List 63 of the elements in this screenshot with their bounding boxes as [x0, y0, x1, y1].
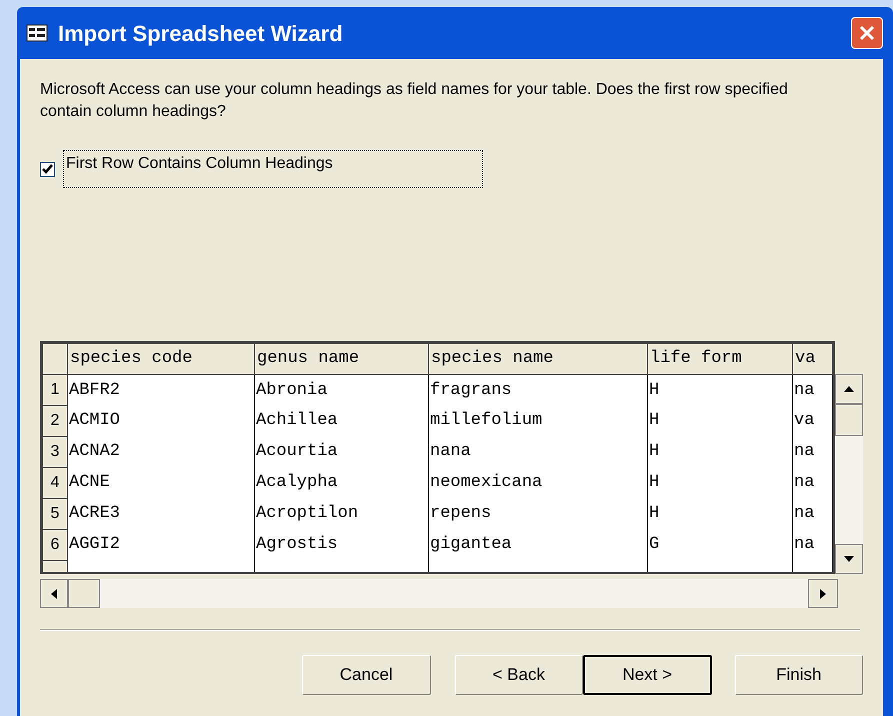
- table-cell: ACNA2: [68, 436, 254, 468]
- table-cell: millefolium: [428, 406, 648, 436]
- close-icon: [858, 24, 876, 42]
- table-cell: fragrans: [428, 374, 648, 406]
- table-cell: neomexicana: [428, 468, 648, 498]
- table-cell: na: [792, 374, 832, 406]
- table-cell: na: [792, 530, 832, 560]
- table-cell: Acourtia: [254, 436, 428, 468]
- row-number: 4: [42, 468, 68, 498]
- scroll-up-button[interactable]: [835, 374, 863, 404]
- table-cell: ACRE3: [68, 498, 254, 530]
- table-cell: gigantea: [428, 530, 648, 560]
- close-button[interactable]: [851, 17, 883, 49]
- table-cell: H: [648, 406, 792, 436]
- column-header: species code: [68, 344, 254, 374]
- table-cell: H: [648, 468, 792, 498]
- scroll-thumb[interactable]: [68, 579, 100, 608]
- column-header: life form: [648, 344, 792, 374]
- table-cell: na: [792, 468, 832, 498]
- table-cell: na: [792, 498, 832, 530]
- table-cell: Abronia: [254, 374, 428, 406]
- table-cell: H: [648, 436, 792, 468]
- wizard-button[interactable]: Finish: [734, 655, 864, 695]
- up-arrow-icon: [844, 386, 854, 392]
- table-cell: H: [648, 374, 792, 406]
- table-icon: [26, 24, 48, 42]
- window-title: Import Spreadsheet Wizard: [58, 20, 344, 48]
- wizard-button[interactable]: < Back: [454, 655, 583, 695]
- row-number: 1: [42, 374, 68, 406]
- row-number: 5: [42, 498, 68, 530]
- table-cell: na: [792, 436, 832, 468]
- scroll-down-button[interactable]: [835, 544, 863, 574]
- column-header: va: [792, 344, 832, 374]
- row-number: 3: [42, 436, 68, 468]
- table-cell: AGGI2: [68, 530, 254, 560]
- table-cell: H: [648, 498, 792, 530]
- row-number: 2: [42, 406, 68, 436]
- checkbox-label[interactable]: First Row Contains Column Headings: [63, 150, 483, 188]
- down-arrow-icon: [844, 556, 854, 562]
- scroll-left-button[interactable]: [40, 579, 68, 608]
- table-cell: G: [648, 530, 792, 560]
- table-cell: ACNE: [68, 468, 254, 498]
- table-cell: nana: [428, 436, 648, 468]
- scroll-right-button[interactable]: [808, 579, 838, 608]
- table-cell: Acalypha: [254, 468, 428, 498]
- wizard-button[interactable]: Next >: [583, 655, 712, 695]
- table-cell: ACMIO: [68, 406, 254, 436]
- row-number: 6: [42, 530, 68, 560]
- wizard-button[interactable]: Cancel: [302, 655, 430, 695]
- instruction-text: Microsoft Access can use your column headings as field names for your table. Does the first row specified contain column headings?: [40, 80, 789, 122]
- table-cell: Agrostis: [254, 530, 428, 560]
- left-arrow-icon: [51, 588, 57, 598]
- table-cell: Achillea: [254, 406, 428, 436]
- checkmark-icon: [42, 164, 53, 174]
- right-arrow-icon: [820, 588, 826, 598]
- column-header: species name: [428, 344, 648, 374]
- table-cell: ABFR2: [68, 374, 254, 406]
- checkbox[interactable]: [40, 162, 55, 176]
- scroll-thumb[interactable]: [835, 404, 863, 436]
- table-cell: va: [792, 406, 832, 436]
- table-cell: repens: [428, 498, 648, 530]
- column-header: genus name: [254, 344, 428, 374]
- table-cell: Acroptilon: [254, 498, 428, 530]
